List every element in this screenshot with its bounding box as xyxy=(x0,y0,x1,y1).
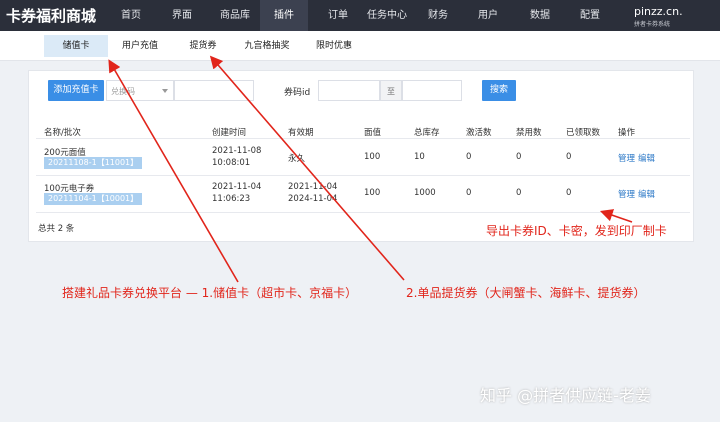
zhihu-watermark: 知乎 @拼者供应链-老姜 xyxy=(480,386,651,405)
annotation-pickup: 2.单品提货券（大闸蟹卡、海鲜卡、提货券） xyxy=(406,286,646,300)
annotation-platform: 搭建礼品卡券兑换平台 — 1.储值卡（超市卡、京福卡） xyxy=(62,286,358,300)
annotation-export: 导出卡券ID、卡密，发到印厂制卡 xyxy=(486,224,667,238)
arrow-to-pickup-tab xyxy=(209,55,405,281)
arrow-to-stored-value-tab xyxy=(108,59,239,283)
arrow-to-manage-link xyxy=(599,209,633,223)
annotation-arrows xyxy=(108,55,633,283)
